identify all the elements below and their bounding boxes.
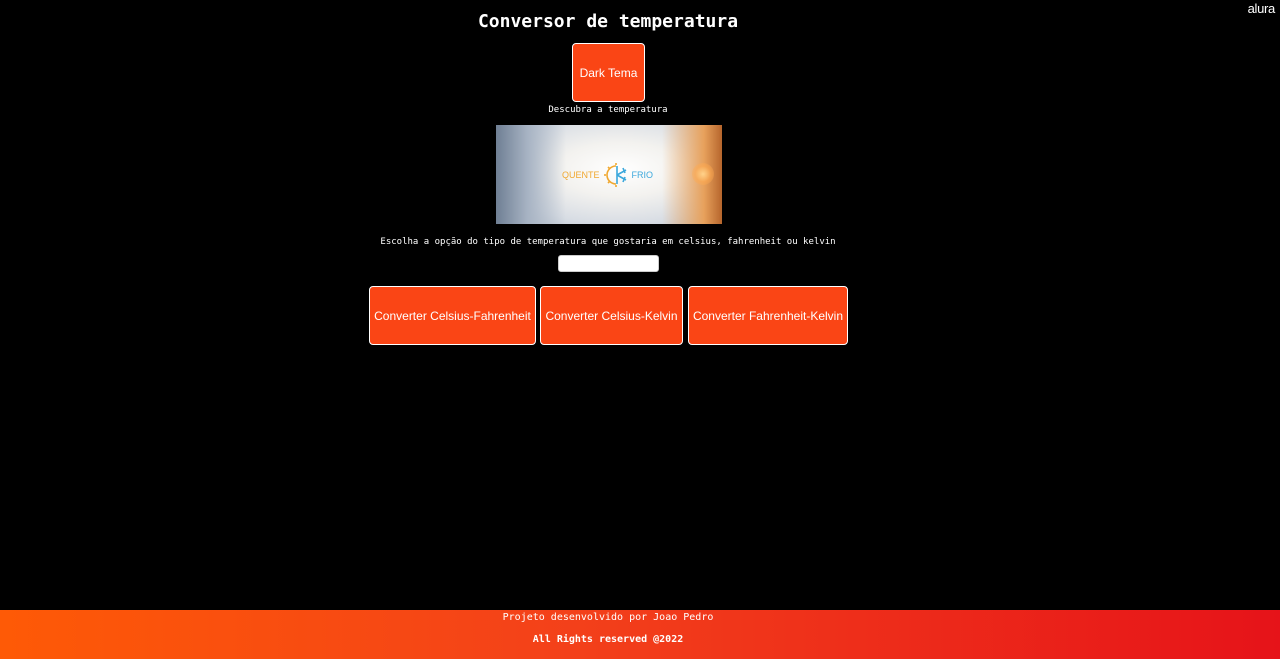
hot-cold-banner-image: QUENTE FRIO <box>496 125 722 224</box>
footer-rights: All Rights reserved @2022 <box>532 634 684 645</box>
sun-snowflake-icon <box>603 162 629 188</box>
page-title: Conversor de temperatura <box>477 11 739 32</box>
sun-glow <box>692 163 714 185</box>
hot-cold-logo: QUENTE FRIO <box>562 161 662 189</box>
dark-theme-button[interactable]: Dark Tema <box>572 43 645 102</box>
conversion-prompt: Escolha a opção do tipo de temperatura q… <box>380 237 836 247</box>
page-subtitle: Descubra a temperatura <box>548 105 668 115</box>
hot-label: QUENTE <box>562 170 600 180</box>
footer-credit: Projeto desenvolvido por Joao Pedro <box>502 612 714 623</box>
temperature-input[interactable] <box>558 255 659 272</box>
page-footer: Projeto desenvolvido por Joao Pedro All … <box>0 610 1280 659</box>
alura-brand-label: alura <box>1247 1 1276 16</box>
convert-celsius-fahrenheit-button[interactable]: Converter Celsius-Fahrenheit <box>369 286 536 345</box>
convert-fahrenheit-kelvin-button[interactable]: Converter Fahrenheit-Kelvin <box>688 286 848 345</box>
convert-celsius-kelvin-button[interactable]: Converter Celsius-Kelvin <box>540 286 683 345</box>
cold-label: FRIO <box>631 170 654 180</box>
snowy-trees-background <box>496 125 566 224</box>
